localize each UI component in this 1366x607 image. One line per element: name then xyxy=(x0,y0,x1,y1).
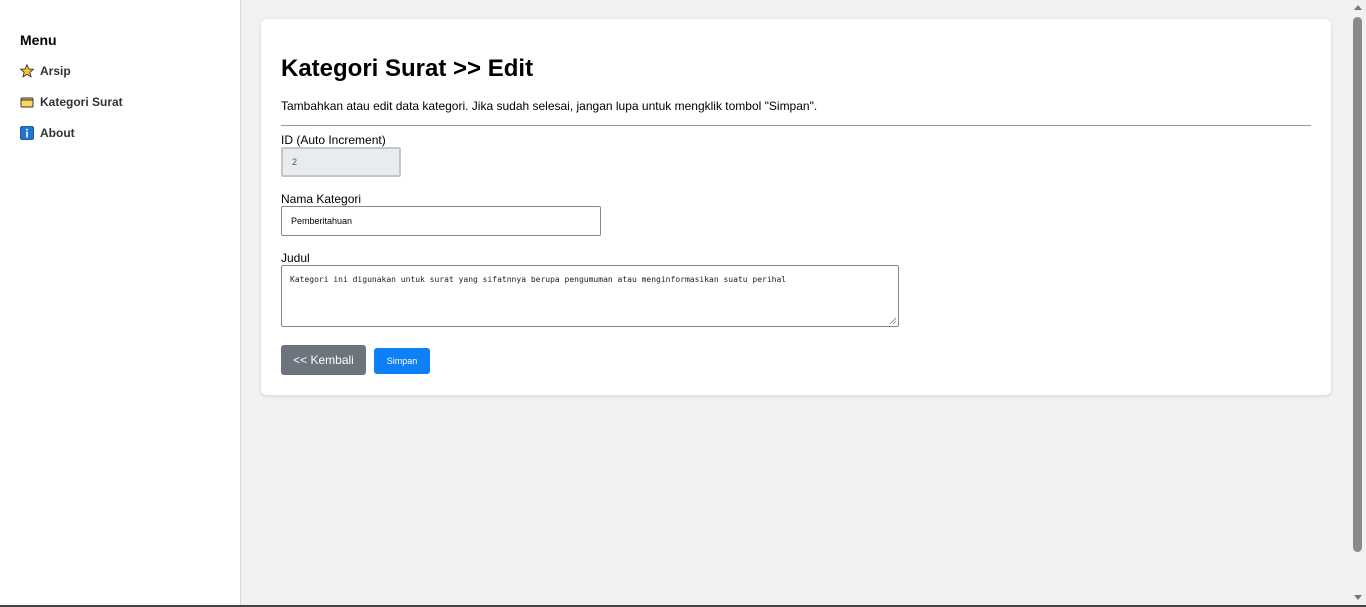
id-label: ID (Auto Increment) xyxy=(281,133,386,147)
app-window: Menu Arsip Kategori Surat About Kategori… xyxy=(0,0,1366,607)
judul-text: Kategori ini digunakan untuk surat yang … xyxy=(290,275,787,284)
judul-textarea[interactable]: Kategori ini digunakan untuk surat yang … xyxy=(281,265,899,327)
page-title: Kategori Surat >> Edit xyxy=(281,55,534,82)
star-icon xyxy=(20,63,34,78)
judul-label: Judul xyxy=(281,251,310,265)
sidebar-heading: Menu xyxy=(20,32,57,48)
resize-handle-icon[interactable] xyxy=(889,317,897,325)
nama-kategori-label: Nama Kategori xyxy=(281,192,362,206)
nama-kategori-field[interactable]: Pemberitahuan xyxy=(281,206,601,236)
sidebar: Menu Arsip Kategori Surat About xyxy=(0,0,241,605)
scroll-down-icon[interactable] xyxy=(1354,595,1362,600)
scroll-thumb[interactable] xyxy=(1353,17,1362,552)
divider xyxy=(281,125,1311,126)
sidebar-item-label: About xyxy=(40,125,75,140)
sidebar-item-about[interactable]: About xyxy=(20,117,240,148)
scroll-up-icon[interactable] xyxy=(1354,5,1362,10)
sidebar-item-arsip[interactable]: Arsip xyxy=(20,55,240,86)
sidebar-item-label: Arsip xyxy=(40,63,71,78)
main-content: Kategori Surat >> Edit Tambahkan atau ed… xyxy=(241,0,1350,605)
save-button[interactable]: Simpan xyxy=(374,348,430,374)
id-field: 2 xyxy=(281,147,401,177)
page-description: Tambahkan atau edit data kategori. Jika … xyxy=(281,99,818,113)
edit-category-card: Kategori Surat >> Edit Tambahkan atau ed… xyxy=(261,19,1331,395)
sidebar-item-label: Kategori Surat xyxy=(40,94,123,109)
vertical-scrollbar[interactable] xyxy=(1350,0,1366,605)
back-button[interactable]: << Kembali xyxy=(281,345,366,375)
sidebar-item-kategori-surat[interactable]: Kategori Surat xyxy=(20,86,240,117)
info-icon xyxy=(20,125,34,140)
folder-icon xyxy=(20,95,34,109)
